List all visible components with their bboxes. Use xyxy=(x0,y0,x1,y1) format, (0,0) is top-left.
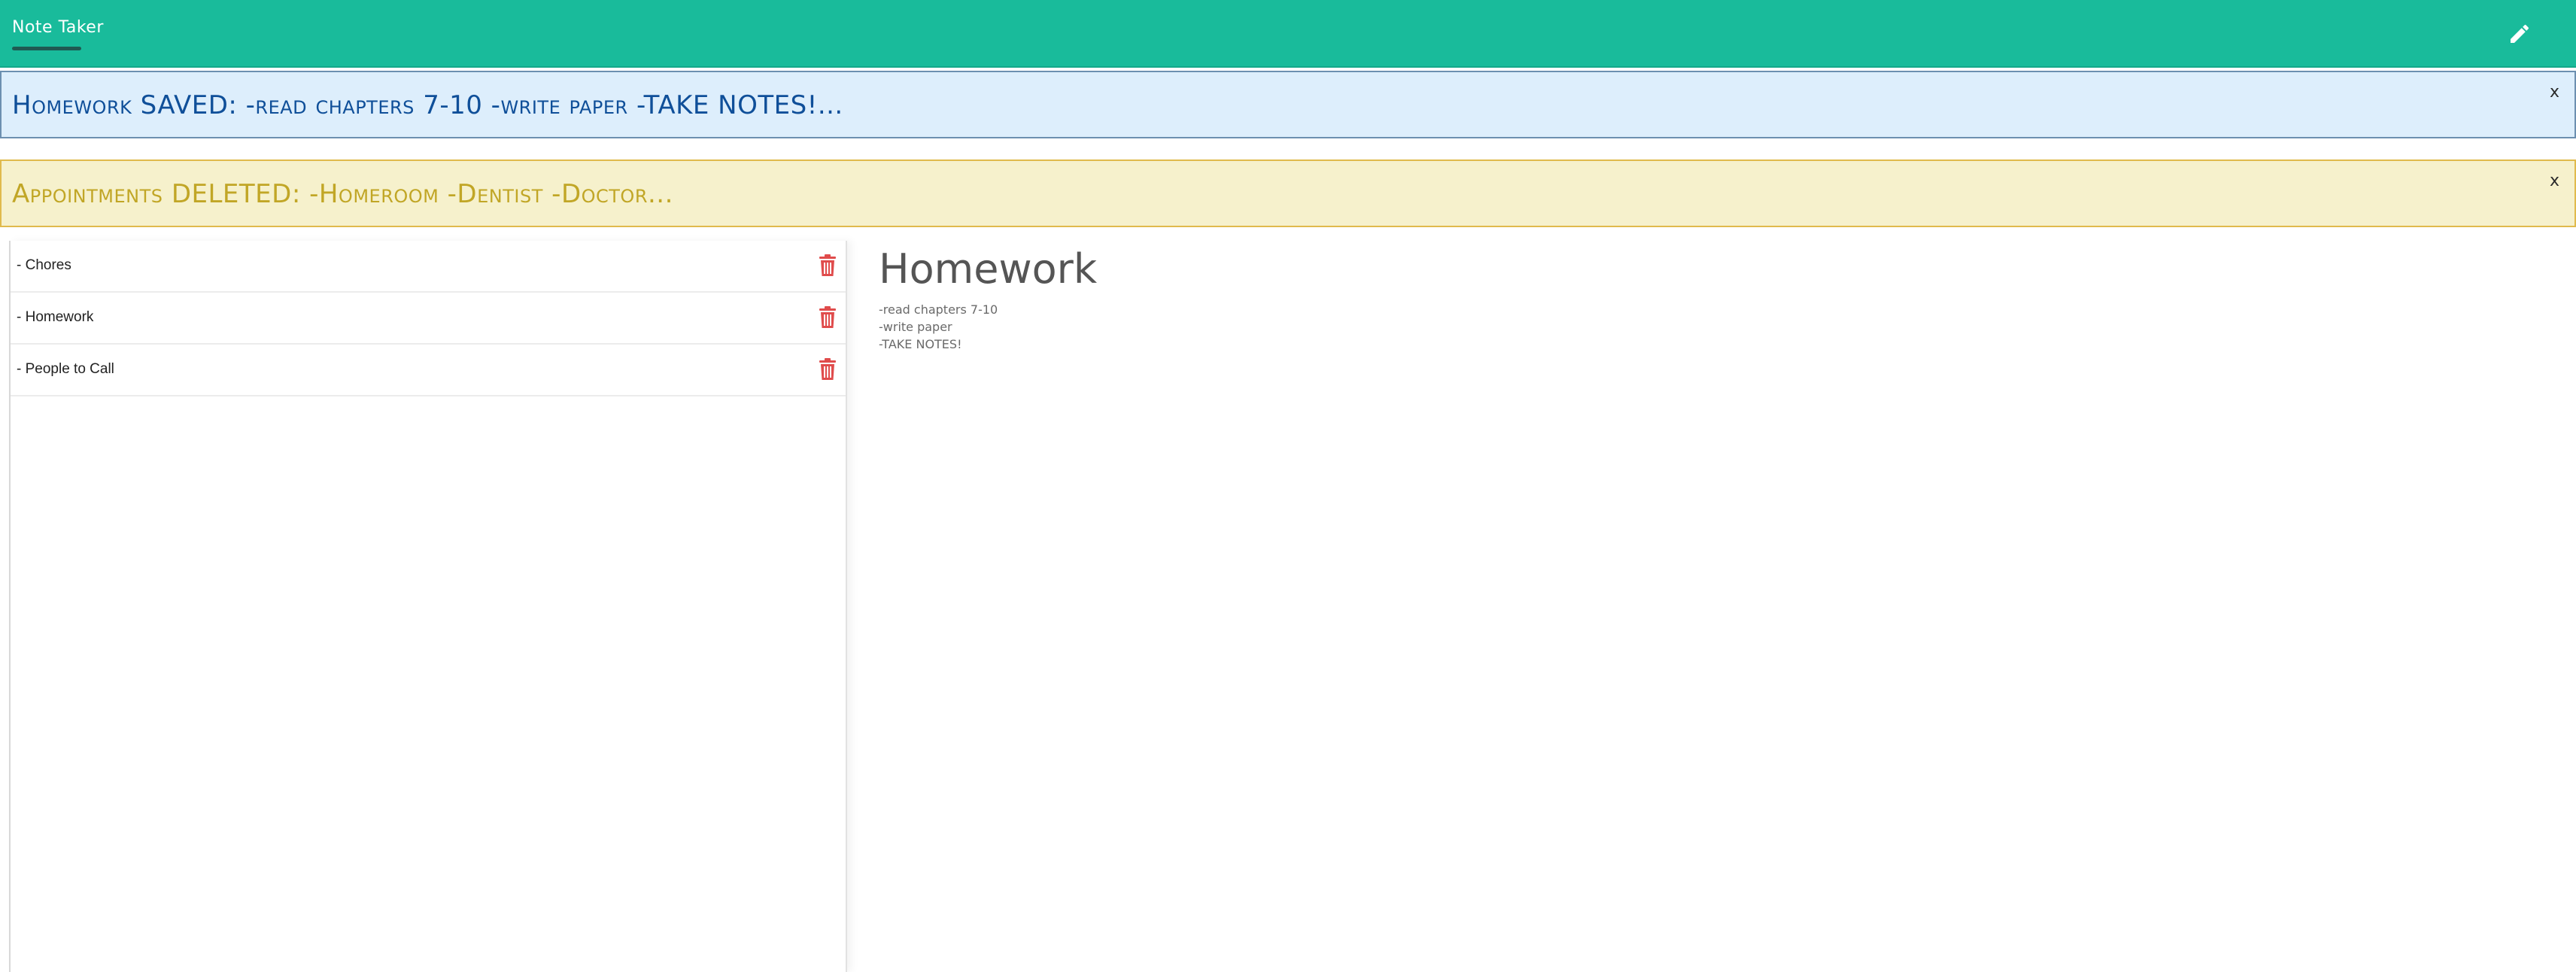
note-list-item-chores[interactable]: - Chores xyxy=(11,241,846,293)
note-list-item-people-to-call[interactable]: - People to Call xyxy=(11,345,846,396)
pencil-icon xyxy=(2511,24,2529,43)
note-view: Homework -read chapters 7-10 -write pape… xyxy=(849,241,2576,972)
saved-alert: Homework SAVED: -read chapters 7-10 -wri… xyxy=(0,71,2576,138)
note-title[interactable]: Homework xyxy=(879,245,1097,293)
trash-icon[interactable] xyxy=(819,254,837,277)
note-list-item-title: - Chores xyxy=(17,257,71,273)
trash-icon[interactable] xyxy=(819,306,837,329)
deleted-alert: Appointments DELETED: -Homeroom -Dentist… xyxy=(0,159,2576,227)
brand-active-underline xyxy=(12,47,81,50)
note-list: - Chores - Homework - People to Call xyxy=(9,241,847,972)
top-navbar: Note Taker xyxy=(0,0,2576,68)
deleted-alert-close-button[interactable]: x xyxy=(2550,172,2559,190)
saved-alert-close-button[interactable]: x xyxy=(2550,83,2559,102)
deleted-alert-text: Appointments DELETED: -Homeroom -Dentist… xyxy=(12,179,673,209)
app-brand[interactable]: Note Taker xyxy=(12,18,104,37)
note-body[interactable]: -read chapters 7-10 -write paper -TAKE N… xyxy=(879,301,998,353)
note-list-item-title: - People to Call xyxy=(17,361,114,377)
new-note-button[interactable] xyxy=(2502,17,2537,51)
note-list-item-homework[interactable]: - Homework xyxy=(11,293,846,345)
note-list-item-title: - Homework xyxy=(17,309,94,325)
saved-alert-text: Homework SAVED: -read chapters 7-10 -wri… xyxy=(12,90,843,120)
trash-icon[interactable] xyxy=(819,358,837,381)
